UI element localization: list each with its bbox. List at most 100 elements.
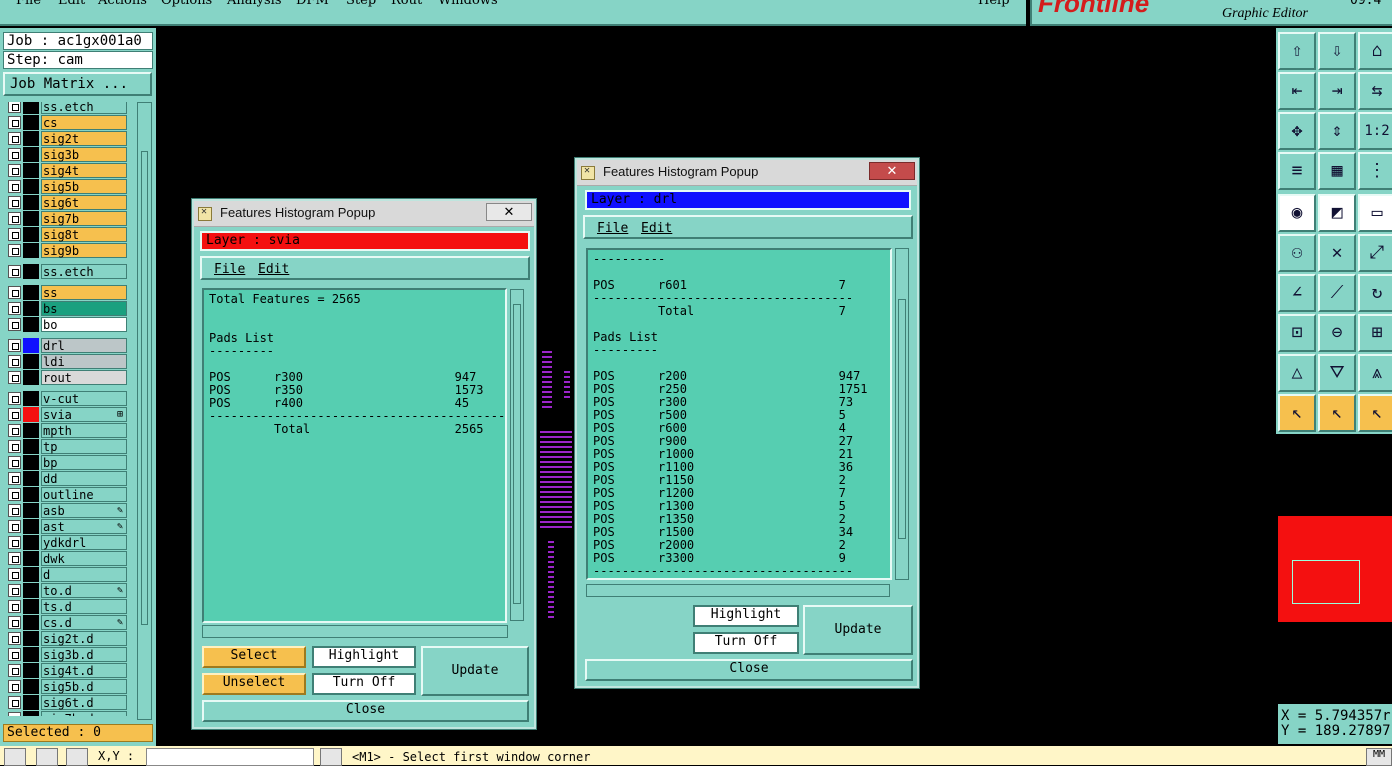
highlight-button[interactable]: Highlight bbox=[693, 605, 799, 627]
tool-button-5-0-icon[interactable]: ⚇ bbox=[1278, 234, 1316, 272]
layer-row[interactable]: sig8t bbox=[6, 227, 127, 242]
layer-name[interactable]: sig2t.d bbox=[41, 631, 127, 646]
layer-checkbox[interactable] bbox=[8, 196, 21, 209]
snap-tool-icon[interactable] bbox=[66, 748, 88, 766]
layer-name[interactable]: d bbox=[41, 567, 127, 582]
histogram-text[interactable]: Total Features = 2565 Pads List --------… bbox=[202, 288, 507, 623]
popup-titlebar[interactable]: Features Histogram Popup ✕ bbox=[577, 160, 917, 186]
layer-row[interactable]: drl bbox=[6, 338, 127, 353]
layer-color-swatch[interactable] bbox=[23, 471, 39, 486]
layer-color-swatch[interactable] bbox=[23, 147, 39, 162]
layer-checkbox[interactable] bbox=[8, 244, 21, 257]
update-button[interactable]: Update bbox=[421, 646, 529, 696]
layer-checkbox[interactable] bbox=[8, 355, 21, 368]
tool-button-7-0-icon[interactable]: ⊡ bbox=[1278, 314, 1316, 352]
close-button[interactable]: Close bbox=[202, 700, 529, 722]
tool-button-8-1-icon[interactable]: ⛛ bbox=[1318, 354, 1356, 392]
layer-checkbox[interactable] bbox=[8, 616, 21, 629]
tool-button-9-1-icon[interactable]: ↖ bbox=[1318, 394, 1356, 432]
tool-button-1-1-icon[interactable]: ⇥ bbox=[1318, 72, 1356, 110]
layer-checkbox[interactable] bbox=[8, 600, 21, 613]
layer-checkbox[interactable] bbox=[8, 228, 21, 241]
layer-row[interactable]: d bbox=[6, 567, 127, 582]
update-button[interactable]: Update bbox=[803, 605, 913, 655]
layer-color-swatch[interactable] bbox=[23, 519, 39, 534]
layer-name[interactable]: sig8t bbox=[41, 227, 127, 242]
layer-row[interactable]: sig5b.d bbox=[6, 679, 127, 694]
layer-checkbox[interactable] bbox=[8, 265, 21, 278]
check-tool-icon[interactable] bbox=[36, 748, 58, 766]
tool-button-1-0-icon[interactable]: ⇤ bbox=[1278, 72, 1316, 110]
layer-checkbox[interactable] bbox=[8, 504, 21, 517]
menu-windows[interactable]: Windows bbox=[438, 0, 498, 8]
layer-color-swatch[interactable] bbox=[23, 285, 39, 300]
layer-checkbox[interactable] bbox=[8, 371, 21, 384]
layer-row[interactable]: cs.d ✎ bbox=[6, 615, 127, 630]
layer-checkbox[interactable] bbox=[8, 318, 21, 331]
pipe-icon[interactable] bbox=[320, 748, 342, 766]
layer-color-swatch[interactable] bbox=[23, 615, 39, 630]
layer-color-swatch[interactable] bbox=[23, 583, 39, 598]
text-hscrollbar[interactable] bbox=[586, 584, 890, 597]
arrow-tool-icon[interactable] bbox=[4, 748, 26, 766]
layer-row[interactable]: svia ⊞ bbox=[6, 407, 127, 422]
layer-row[interactable]: dd bbox=[6, 471, 127, 486]
histogram-text[interactable]: ---------- POS r601 7 ------------------… bbox=[586, 248, 892, 580]
tool-button-6-2-icon[interactable]: ↻ bbox=[1358, 274, 1392, 312]
layer-name[interactable]: sig6t bbox=[41, 195, 127, 210]
layer-color-swatch[interactable] bbox=[23, 631, 39, 646]
tool-button-0-0-icon[interactable]: ⇧ bbox=[1278, 32, 1316, 70]
layer-color-swatch[interactable] bbox=[23, 663, 39, 678]
vscroll-thumb[interactable] bbox=[513, 304, 521, 604]
tool-button-4-1-icon[interactable]: ◩ bbox=[1318, 194, 1356, 232]
layer-checkbox[interactable] bbox=[8, 132, 21, 145]
layer-name[interactable]: ydkdrl bbox=[41, 535, 127, 550]
popup-menu-edit[interactable]: Edit bbox=[641, 221, 672, 236]
layer-checkbox[interactable] bbox=[8, 712, 21, 716]
layer-row[interactable]: sig7b.d bbox=[6, 711, 127, 716]
select-button[interactable]: Select bbox=[202, 646, 306, 668]
layer-name[interactable]: to.d ✎ bbox=[41, 583, 127, 598]
layer-name[interactable]: ts.d bbox=[41, 599, 127, 614]
layer-checkbox[interactable] bbox=[8, 424, 21, 437]
layer-color-swatch[interactable] bbox=[23, 439, 39, 454]
tool-button-9-2-icon[interactable]: ↖ bbox=[1358, 394, 1392, 432]
tool-button-0-1-icon[interactable]: ⇩ bbox=[1318, 32, 1356, 70]
layer-row[interactable]: ydkdrl bbox=[6, 535, 127, 550]
tool-button-6-1-icon[interactable]: ⟋ bbox=[1318, 274, 1356, 312]
units-button[interactable]: MM bbox=[1366, 748, 1392, 766]
tool-button-7-1-icon[interactable]: ⊖ bbox=[1318, 314, 1356, 352]
tool-button-2-2-icon[interactable]: 1:2 bbox=[1358, 112, 1392, 150]
popup-menu-file[interactable]: File bbox=[597, 221, 628, 236]
layer-color-swatch[interactable] bbox=[23, 195, 39, 210]
layer-checkbox[interactable] bbox=[8, 648, 21, 661]
tool-button-4-2-icon[interactable]: ▭ bbox=[1358, 194, 1392, 232]
layer-color-swatch[interactable] bbox=[23, 679, 39, 694]
layer-color-swatch[interactable] bbox=[23, 338, 39, 353]
layer-row[interactable]: sig2t bbox=[6, 131, 127, 146]
layer-color-swatch[interactable] bbox=[23, 227, 39, 242]
layer-checkbox[interactable] bbox=[8, 392, 21, 405]
layer-name[interactable]: sig3b bbox=[41, 147, 127, 162]
layer-name[interactable]: mpth bbox=[41, 423, 127, 438]
layer-checkbox[interactable] bbox=[8, 164, 21, 177]
layer-row[interactable]: ts.d bbox=[6, 599, 127, 614]
layer-checkbox[interactable] bbox=[8, 102, 21, 113]
layer-color-swatch[interactable] bbox=[23, 487, 39, 502]
xy-input[interactable] bbox=[146, 748, 314, 766]
menu-file[interactable]: File bbox=[16, 0, 41, 8]
menu-actions[interactable]: Actions bbox=[98, 0, 147, 8]
layer-name[interactable]: tp bbox=[41, 439, 127, 454]
popup-titlebar[interactable]: Features Histogram Popup ✕ bbox=[194, 201, 534, 227]
layer-name[interactable]: cs bbox=[41, 115, 127, 130]
layer-color-swatch[interactable] bbox=[23, 391, 39, 406]
job-matrix-button[interactable]: Job Matrix ... bbox=[3, 72, 152, 96]
layer-name[interactable]: ast ✎ bbox=[41, 519, 127, 534]
layer-row[interactable]: dwk bbox=[6, 551, 127, 566]
layer-color-swatch[interactable] bbox=[23, 163, 39, 178]
turn-off-button[interactable]: Turn Off bbox=[312, 673, 416, 695]
layer-name[interactable]: sig5b.d bbox=[41, 679, 127, 694]
layer-checkbox[interactable] bbox=[8, 696, 21, 709]
tool-button-1-2-icon[interactable]: ⇆ bbox=[1358, 72, 1392, 110]
unselect-button[interactable]: Unselect bbox=[202, 673, 306, 695]
